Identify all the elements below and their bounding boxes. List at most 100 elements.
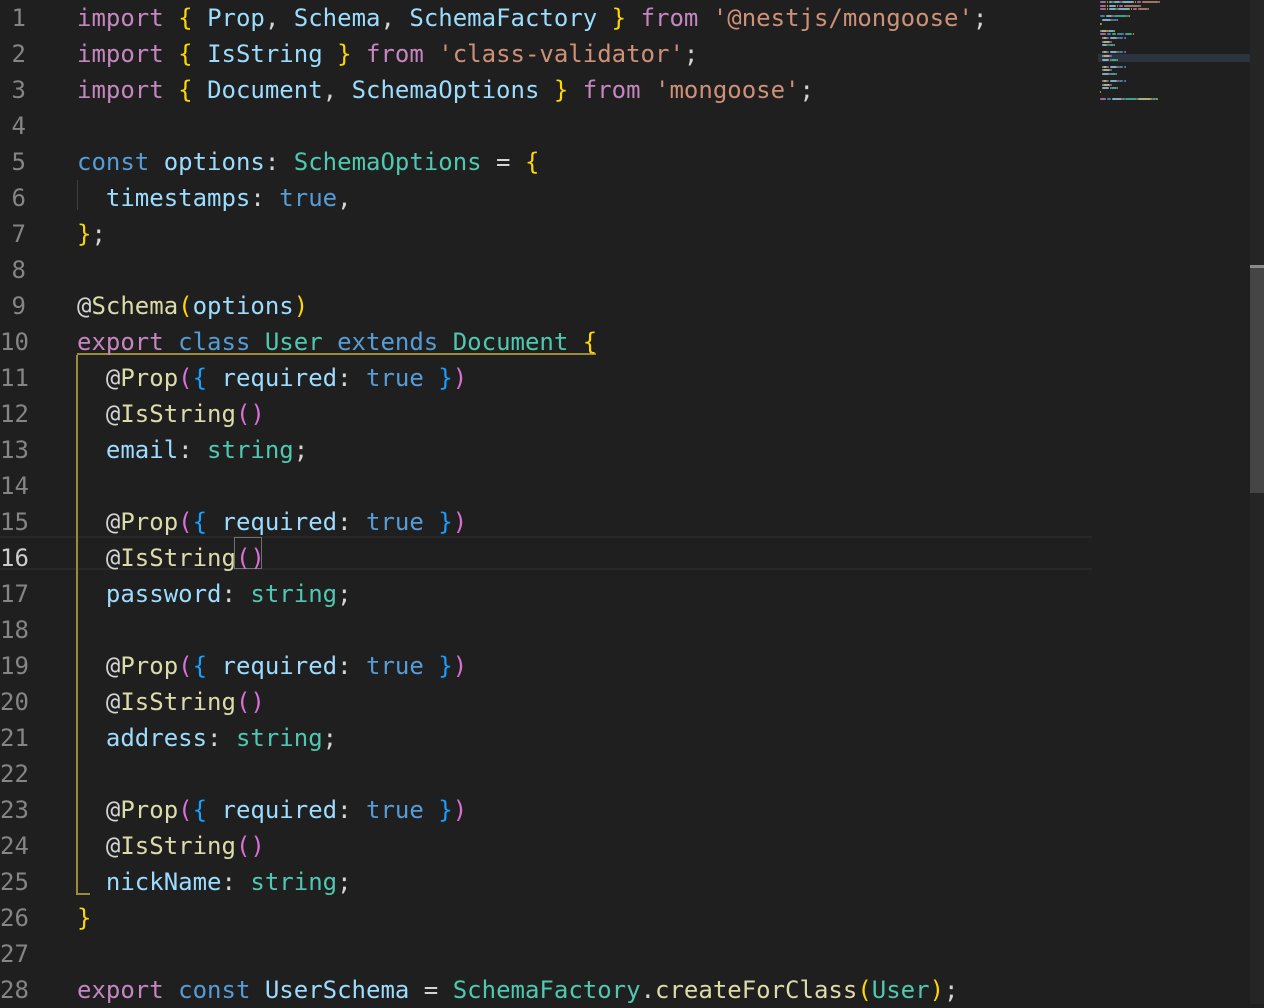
code-token: true (279, 184, 338, 212)
scrollbar-cursor-marker (1250, 265, 1264, 268)
code-token: required (221, 508, 338, 536)
code-line[interactable]: export const UserSchema = SchemaFactory.… (77, 972, 958, 1008)
code-token: Prop (120, 652, 179, 680)
code-token: } (553, 76, 569, 104)
line-number-gutter[interactable]: 1 2 3 4 5 6 7 8 9 10 11 12 13 14 15 16 17 18 19 20 21 22 23 24 2… (0, 0, 60, 1004)
minimap-token (1108, 4, 1117, 7)
line-number: 2 (11, 40, 26, 68)
minimap-token (1117, 4, 1119, 7)
minimap-token (1102, 55, 1111, 57)
code-token: : (250, 184, 280, 212)
minimap-token (1101, 87, 1110, 90)
code-token: ) (452, 796, 468, 824)
code-line[interactable]: export class User extends Document { (77, 324, 597, 360)
minimap[interactable] (1098, 0, 1250, 1004)
code-line[interactable]: @IsString() (106, 684, 265, 720)
code-line[interactable]: @Prop({ required: true }) (106, 360, 467, 396)
minimap-token (1137, 1, 1141, 3)
code-token: from (582, 76, 641, 104)
code-token: { (178, 4, 193, 32)
code-token: from (366, 40, 424, 68)
line-number: 21 (0, 724, 29, 752)
line-number: 24 (0, 832, 29, 860)
code-line[interactable]: @IsString() (106, 828, 265, 864)
code-token: : (178, 436, 208, 464)
code-token: : (264, 148, 294, 176)
line-number: 3 (11, 76, 26, 104)
minimap-token (1100, 22, 1102, 25)
code-token: true (366, 796, 424, 824)
code-token: true (366, 508, 424, 536)
minimap-token (1109, 80, 1118, 83)
code-token: Schema (293, 4, 381, 32)
line-number: 18 (0, 616, 29, 644)
code-line[interactable]: @Prop({ required: true }) (106, 648, 467, 684)
code-token: } (77, 904, 92, 932)
minimap-token (1117, 33, 1124, 36)
code-line[interactable]: } (77, 900, 91, 936)
minimap-token (1100, 98, 1106, 101)
code-editor[interactable]: 1 2 3 4 5 6 7 8 9 10 11 12 13 14 15 16 17 18 19 20 21 22 23 24 2… (0, 0, 1264, 1004)
code-area[interactable]: import { Prop, Schema, SchemaFactory } f… (77, 0, 1097, 1004)
code-token: @ (105, 364, 121, 392)
code-line[interactable]: @Prop({ required: true }) (106, 504, 467, 540)
code-line[interactable]: import { Prop, Schema, SchemaFactory } f… (77, 0, 987, 36)
code-token: = (409, 976, 453, 1004)
minimap-token (1107, 29, 1115, 32)
code-token: true (366, 652, 424, 680)
line-number: 7 (11, 220, 26, 248)
code-token: @ (105, 544, 121, 572)
code-token: { (178, 40, 193, 68)
code-line[interactable]: email: string; (106, 432, 308, 468)
line-number: 22 (0, 760, 29, 788)
code-token: const (178, 976, 251, 1004)
code-token: password (105, 580, 222, 608)
code-line[interactable]: const options: SchemaOptions = { (77, 144, 539, 180)
code-line[interactable]: import { Document, SchemaOptions } from … (77, 72, 814, 108)
code-token: required (221, 652, 338, 680)
minimap-token (1124, 65, 1126, 68)
code-token: options (192, 292, 294, 320)
minimap-slider[interactable] (1098, 54, 1250, 62)
minimap-token (1102, 83, 1111, 86)
code-line[interactable]: @IsString() (106, 540, 265, 576)
scrollbar-thumb[interactable] (1250, 265, 1264, 493)
line-number: 5 (11, 148, 26, 176)
code-line[interactable]: @Schema(options) (77, 288, 308, 324)
code-line[interactable]: @IsString() (106, 396, 265, 432)
line-number: 10 (0, 328, 29, 356)
code-token: @ (105, 796, 121, 824)
code-line[interactable]: address: string; (106, 720, 337, 756)
minimap-token (1114, 44, 1116, 47)
code-line[interactable]: timestamps: true, (106, 180, 352, 216)
code-token: Prop (120, 508, 179, 536)
minimap-token (1133, 33, 1135, 36)
code-line[interactable]: password: string; (106, 576, 352, 612)
minimap-token (1100, 4, 1106, 7)
code-token: const (77, 148, 150, 176)
code-token: { (192, 796, 208, 824)
minimap-token (1108, 8, 1117, 11)
minimap-token (1105, 15, 1113, 18)
minimap-token (1100, 8, 1106, 11)
code-line[interactable]: import { IsString } from 'class-validato… (77, 36, 698, 72)
code-token: = (481, 148, 525, 176)
code-token: IsString (120, 400, 236, 428)
code-token: export (77, 976, 164, 1004)
code-line[interactable]: @Prop({ required: true }) (106, 792, 467, 828)
code-line[interactable]: nickName: string; (106, 864, 352, 900)
minimap-token (1129, 15, 1131, 18)
code-line[interactable]: }; (77, 216, 106, 252)
line-number: 13 (0, 436, 29, 464)
code-token: , (264, 4, 294, 32)
code-token: , (380, 4, 410, 32)
vertical-scrollbar[interactable] (1250, 0, 1264, 1004)
